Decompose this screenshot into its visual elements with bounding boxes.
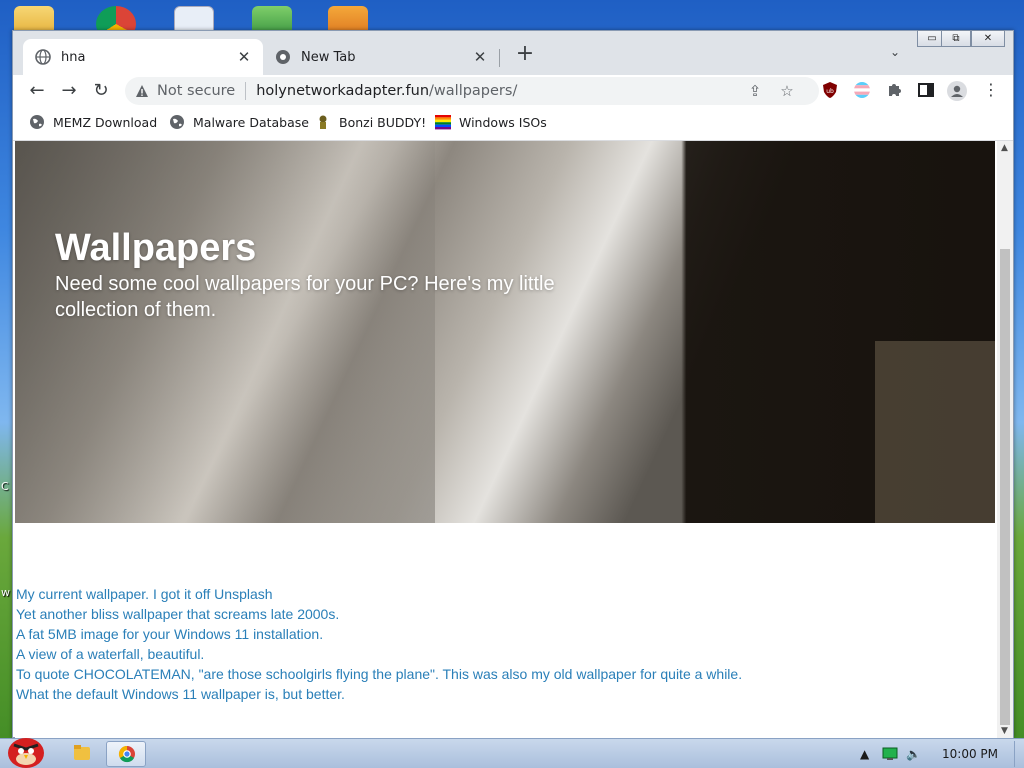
tab-divider bbox=[499, 49, 500, 67]
start-button[interactable] bbox=[4, 731, 48, 768]
show-desktop-button[interactable] bbox=[1014, 741, 1022, 767]
not-secure-label[interactable]: Not secure bbox=[157, 83, 235, 99]
tab-hna[interactable]: hna ✕ bbox=[23, 39, 263, 75]
bookmark-label: Windows ISOs bbox=[459, 114, 547, 130]
page-subtitle: Need some cool wallpapers for your PC? H… bbox=[55, 273, 555, 321]
chevron-up-icon[interactable]: ▲ bbox=[860, 747, 869, 761]
tab-title: hna bbox=[61, 49, 86, 65]
explorer-taskbar-icon[interactable] bbox=[62, 741, 102, 767]
new-tab-button[interactable]: + bbox=[513, 43, 537, 67]
network-icon[interactable] bbox=[882, 747, 898, 764]
close-window-button[interactable]: ✕ bbox=[971, 30, 1005, 47]
reload-button[interactable]: ↻ bbox=[89, 79, 113, 103]
url-host: holynetworkadapter.fun bbox=[256, 83, 430, 99]
wallpaper-link[interactable]: What the default Windows 11 wallpaper is… bbox=[16, 684, 742, 704]
page-content: Wallpapers Need some cool wallpapers for… bbox=[15, 141, 997, 738]
ublock-icon[interactable]: ub bbox=[821, 81, 841, 101]
bookmark-label: Bonzi BUDDY! bbox=[339, 114, 427, 130]
wallpaper-link[interactable]: My current wallpaper. I got it off Unspl… bbox=[16, 584, 742, 604]
hero-banner: Wallpapers Need some cool wallpapers for… bbox=[15, 141, 995, 523]
svg-text:ub: ub bbox=[826, 88, 834, 95]
toolbar: ← → ↻ Not secure holynetworkadapter.fun /… bbox=[13, 75, 1013, 107]
bookmark-malware-database[interactable]: Malware Database bbox=[169, 114, 309, 130]
close-icon[interactable]: ✕ bbox=[471, 48, 489, 66]
volume-icon[interactable]: 🔈 bbox=[906, 747, 921, 761]
bookmark-label: Malware Database bbox=[193, 114, 309, 130]
bookmark-memz-download[interactable]: MEMZ Download bbox=[29, 114, 157, 130]
bookmark-windows-isos[interactable]: Windows ISOs bbox=[435, 114, 547, 130]
globe-icon bbox=[169, 114, 185, 130]
wallpaper-link[interactable]: To quote CHOCOLATEMAN, "are those school… bbox=[16, 664, 742, 684]
wallpaper-links: My current wallpaper. I got it off Unspl… bbox=[16, 584, 742, 704]
trans-flag-icon[interactable] bbox=[853, 81, 873, 101]
desktop-label-w: w bbox=[1, 586, 10, 599]
taskbar: ▲ 🔈 10:00 PM bbox=[0, 738, 1024, 768]
menu-icon[interactable]: ⋮ bbox=[981, 81, 1001, 101]
tab-strip: hna ✕ New Tab ✕ + ⌄ ▭ ⧉ ✕ bbox=[13, 30, 1013, 75]
rainbow-flag-icon bbox=[435, 114, 451, 130]
share-icon[interactable]: ⇪ bbox=[745, 81, 765, 101]
scroll-thumb[interactable] bbox=[1000, 249, 1010, 725]
back-button[interactable]: ← bbox=[25, 79, 49, 103]
page-title: Wallpapers bbox=[55, 227, 257, 269]
wallpaper-link[interactable]: A fat 5MB image for your Windows 11 inst… bbox=[16, 624, 742, 644]
scroll-up-icon[interactable]: ▲ bbox=[1001, 143, 1008, 153]
address-bar[interactable]: Not secure holynetworkadapter.fun/wallpa… bbox=[125, 77, 819, 105]
globe-icon bbox=[35, 49, 51, 65]
bonzi-icon bbox=[315, 114, 331, 130]
address-divider bbox=[245, 82, 247, 100]
close-icon[interactable]: ✕ bbox=[235, 48, 253, 66]
vertical-scrollbar[interactable]: ▲ ▼ bbox=[997, 141, 1013, 738]
restore-button[interactable]: ⧉ bbox=[941, 30, 971, 47]
forward-button[interactable]: → bbox=[57, 79, 81, 103]
wallpaper-link[interactable]: Yet another bliss wallpaper that screams… bbox=[16, 604, 742, 624]
clock[interactable]: 10:00 PM bbox=[942, 747, 998, 761]
wallpaper-link[interactable]: A view of a waterfall, beautiful. bbox=[16, 644, 742, 664]
bookmarks-bar: MEMZ Download Malware Database Bonzi BUD… bbox=[13, 107, 1013, 141]
tab-new-tab[interactable]: New Tab ✕ bbox=[263, 39, 499, 75]
extensions-icon[interactable] bbox=[885, 81, 905, 101]
globe-icon bbox=[29, 114, 45, 130]
chrome-icon bbox=[275, 49, 291, 65]
chevron-down-icon[interactable]: ⌄ bbox=[885, 45, 905, 65]
tab-title: New Tab bbox=[301, 49, 356, 65]
scroll-down-icon[interactable]: ▼ bbox=[1001, 726, 1008, 736]
hero-background-shade bbox=[875, 341, 995, 523]
browser-window: hna ✕ New Tab ✕ + ⌄ ▭ ⧉ ✕ ← → ↻ Not secu… bbox=[12, 30, 1014, 738]
url-path: /wallpapers/ bbox=[429, 83, 518, 99]
chrome-taskbar-button[interactable] bbox=[106, 741, 146, 767]
bookmark-bonzi-buddy[interactable]: Bonzi BUDDY! bbox=[315, 114, 426, 130]
desktop-label-c: C bbox=[1, 480, 9, 493]
side-panel-icon[interactable] bbox=[917, 81, 937, 101]
warning-icon bbox=[135, 84, 149, 98]
star-icon[interactable]: ☆ bbox=[777, 81, 797, 101]
hero-background-shade bbox=[15, 141, 435, 523]
profile-icon[interactable] bbox=[947, 81, 967, 101]
bookmark-label: MEMZ Download bbox=[53, 114, 158, 130]
